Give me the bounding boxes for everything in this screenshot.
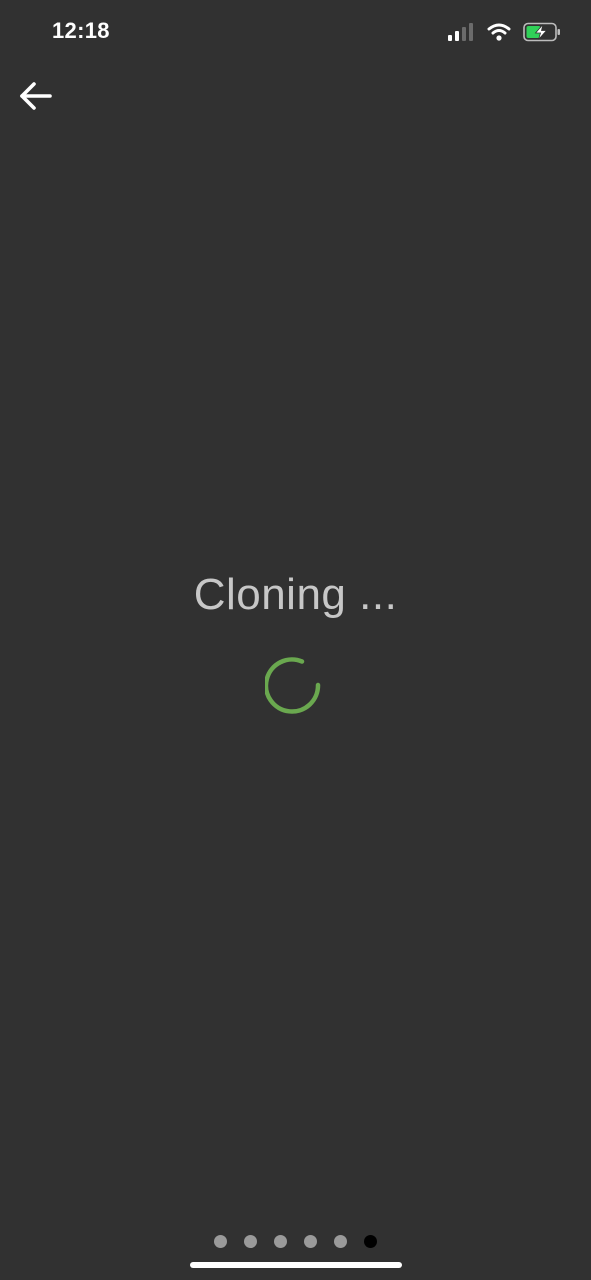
page-dot-5[interactable] <box>334 1235 347 1248</box>
page-dot-1[interactable] <box>214 1235 227 1248</box>
page-indicator <box>0 1235 591 1248</box>
back-button[interactable] <box>14 78 56 118</box>
home-indicator[interactable] <box>190 1262 402 1268</box>
loading-title: Cloning ... <box>193 570 398 619</box>
page-dot-6-active[interactable] <box>364 1235 377 1248</box>
status-icons <box>447 22 561 42</box>
status-bar: 12:18 <box>0 0 591 66</box>
wifi-icon <box>487 22 511 42</box>
arrow-left-icon <box>18 81 52 116</box>
page-dot-3[interactable] <box>274 1235 287 1248</box>
battery-charging-icon <box>523 22 561 42</box>
page-dot-2[interactable] <box>244 1235 257 1248</box>
cellular-signal-icon <box>447 22 475 42</box>
loading-spinner <box>263 656 325 716</box>
page-dot-4[interactable] <box>304 1235 317 1248</box>
status-time: 12:18 <box>52 18 110 43</box>
